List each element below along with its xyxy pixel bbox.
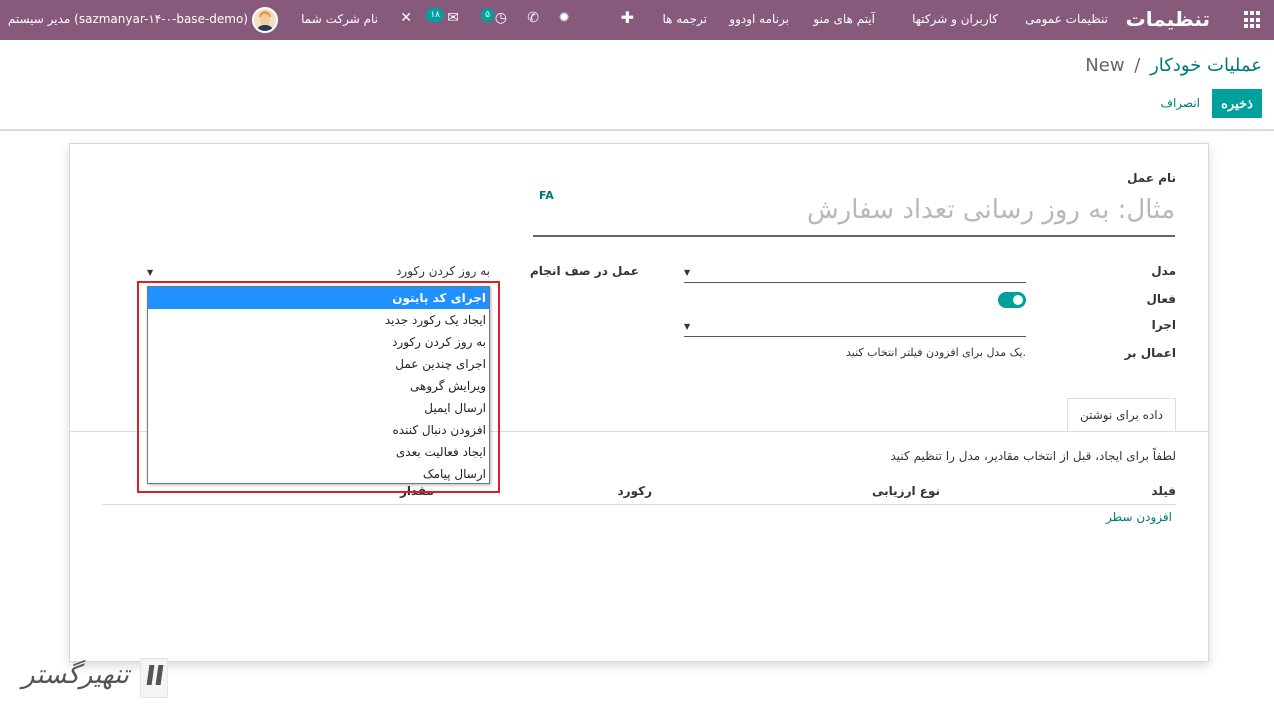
menu-menu-items[interactable]: آیتم های منو (813, 12, 875, 26)
messages-badge: ۱۸ (426, 8, 444, 22)
breadcrumb-current: New (1085, 55, 1125, 76)
option-add-followers[interactable]: افزودن دنبال کننده (148, 419, 489, 441)
apps-icon[interactable] (1244, 11, 1262, 29)
tab-hint: لطفاً برای ایجاد، قبل از انتخاب مقادیر، … (890, 449, 1177, 463)
watermark: تنهیرگستر (22, 656, 170, 702)
tools-icon[interactable]: ✕ (400, 10, 412, 26)
menu-general-settings[interactable]: تنظیمات عمومی (1025, 12, 1108, 26)
option-send-sms[interactable]: ارسال پیامک (148, 463, 489, 485)
model-label: مدل (1151, 264, 1176, 278)
option-mass-edit[interactable]: ویرایش گروهی (148, 375, 489, 397)
name-label: نام عمل (1127, 171, 1176, 185)
plus-icon[interactable]: ✚ (621, 8, 634, 27)
trigger-label: اجرا (1151, 318, 1176, 332)
menu-users-companies[interactable]: کاربران و شرکتها (912, 12, 998, 26)
option-create-record[interactable]: ایجاد یک رکورد جدید (148, 309, 489, 331)
apply-on-label: اعمال بر (1124, 346, 1176, 360)
active-label: فعال (1146, 292, 1176, 306)
model-select[interactable] (684, 263, 1026, 283)
breadcrumb: New / عملیات خودکار (1085, 55, 1262, 76)
apply-on-help: یک مدل برای افزودن فیلتر انتخاب کنید. (845, 346, 1026, 359)
option-update-record[interactable]: به روز کردن رکورد (148, 331, 489, 353)
caret-down-icon: ▼ (147, 268, 154, 277)
column-evaluation-type[interactable]: نوع ارزیابی (872, 484, 940, 498)
option-next-activity[interactable]: ایجاد فعالیت بعدی (148, 441, 489, 463)
add-line-link[interactable]: افزودن سطر (1106, 510, 1172, 524)
company-switcher[interactable]: نام شرکت شما (301, 12, 378, 26)
save-button[interactable]: ذخیره (1212, 89, 1262, 118)
discard-button[interactable]: انصراف (1161, 96, 1200, 110)
language-toggle[interactable]: FA (539, 189, 554, 202)
avatar[interactable] (252, 7, 278, 33)
watermark-text: تنهیرگستر (22, 660, 130, 690)
chat-icon[interactable]: ✉ (447, 10, 459, 26)
column-record[interactable]: رکورد (618, 484, 652, 498)
user-menu[interactable]: مدیر سیستم (sazmanyar-۱۴-۰-base-demo) (8, 12, 248, 26)
app-title: تنظیمات (1125, 7, 1210, 31)
clock-icon[interactable]: ◷ (495, 10, 507, 26)
phone-icon[interactable]: ✆ (527, 10, 539, 26)
action-select[interactable]: به روز کردن رکورد (150, 264, 490, 278)
action-label: عمل در صف انجام (529, 264, 639, 278)
breadcrumb-separator: / (1134, 55, 1141, 76)
trigger-select[interactable] (684, 317, 1026, 337)
action-dropdown-list[interactable]: اجرای کد پایتون ایجاد یک رکورد جدید به ر… (147, 286, 490, 484)
caret-down-icon: ▼ (684, 322, 691, 331)
option-send-email[interactable]: ارسال ایمیل (148, 397, 489, 419)
option-execute-python[interactable]: اجرای کد پایتون (148, 287, 489, 309)
name-input[interactable]: مثال: به روز رسانی تعداد سفارش (533, 187, 1175, 237)
breadcrumb-parent[interactable]: عملیات خودکار (1150, 55, 1262, 76)
bug-icon[interactable]: ✹ (558, 10, 570, 26)
table-header-line (102, 504, 1176, 505)
menu-translations[interactable]: ترجمه ها (662, 12, 707, 26)
caret-down-icon: ▼ (684, 268, 691, 277)
activity-badge: ۵ (481, 8, 494, 22)
menu-odoo-app[interactable]: برنامه اودوو (729, 12, 789, 26)
option-multiple-actions[interactable]: اجرای چندین عمل (148, 353, 489, 375)
top-navbar: تنظیمات تنظیمات عمومی کاربران و شرکتها آ… (0, 0, 1274, 40)
active-toggle[interactable] (998, 292, 1026, 308)
watermark-logo (140, 658, 168, 698)
tab-data-to-write[interactable]: داده برای نوشتن (1067, 398, 1176, 432)
column-field[interactable]: فیلد (1151, 484, 1176, 498)
